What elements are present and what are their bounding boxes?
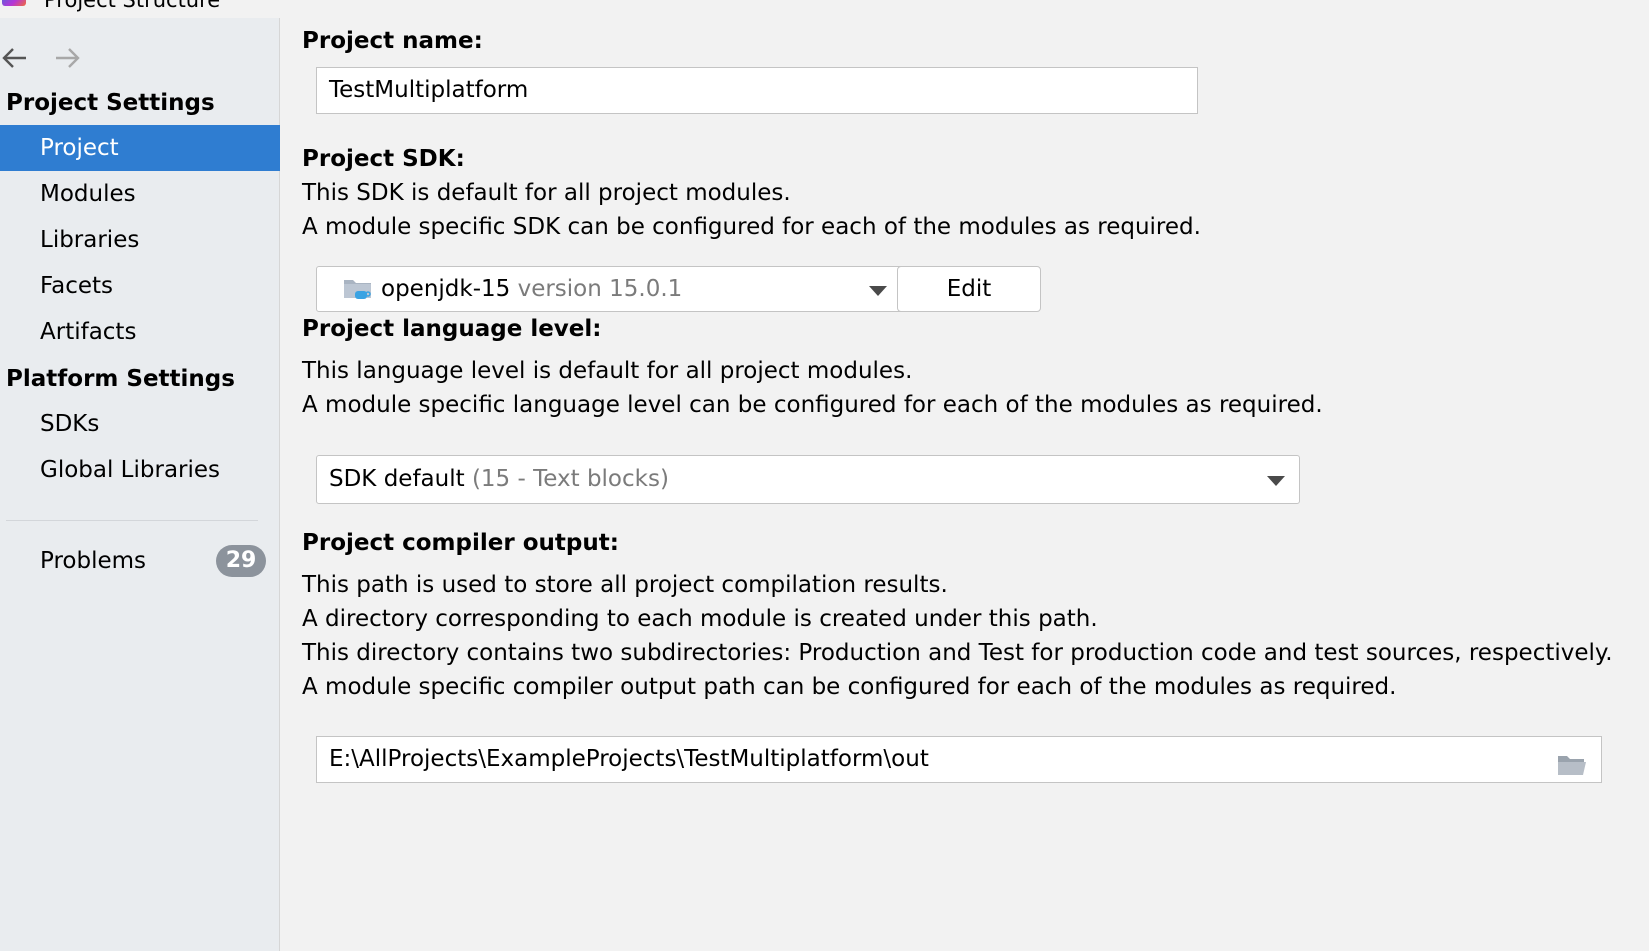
sidebar-item-libraries[interactable]: Libraries bbox=[0, 217, 280, 263]
compiler-output-description-1: This path is used to store all project c… bbox=[302, 572, 948, 598]
language-level-description-1: This language level is default for all p… bbox=[302, 358, 913, 384]
title-bar: Project Structure bbox=[0, 0, 1649, 18]
window-title: Project Structure bbox=[44, 0, 221, 12]
arrow-left-icon[interactable] bbox=[0, 44, 30, 72]
sidebar: Project Settings Project Modules Librari… bbox=[0, 18, 280, 951]
language-level-value: SDK default bbox=[329, 466, 465, 492]
sidebar-item-label: Artifacts bbox=[40, 319, 137, 345]
sidebar-item-facets[interactable]: Facets bbox=[0, 263, 280, 309]
sidebar-item-label: Modules bbox=[40, 181, 136, 207]
app-logo-icon bbox=[2, 0, 26, 6]
chevron-down-icon bbox=[1267, 476, 1285, 486]
sidebar-item-artifacts[interactable]: Artifacts bbox=[0, 309, 280, 355]
language-level-label: Project language level: bbox=[302, 316, 602, 342]
project-name-value: TestMultiplatform bbox=[329, 77, 529, 103]
jdk-folder-icon bbox=[343, 276, 373, 308]
language-level-detail: (15 - Text blocks) bbox=[471, 466, 669, 492]
project-sdk-dropdown[interactable]: openjdk-15 version 15.0.1 bbox=[316, 266, 903, 312]
sidebar-item-label: SDKs bbox=[40, 411, 100, 437]
compiler-output-description-2: A directory corresponding to each module… bbox=[302, 606, 1098, 632]
project-structure-window: Project Structure Project Settings Proje… bbox=[0, 0, 1649, 951]
project-name-input[interactable]: TestMultiplatform bbox=[316, 67, 1198, 114]
project-sdk-label: Project SDK: bbox=[302, 146, 465, 172]
sidebar-item-label: Libraries bbox=[40, 227, 140, 253]
language-level-dropdown[interactable]: SDK default (15 - Text blocks) bbox=[316, 455, 1300, 504]
sidebar-item-sdks[interactable]: SDKs bbox=[0, 401, 280, 447]
sidebar-item-label: Project bbox=[40, 135, 119, 161]
sidebar-item-project[interactable]: Project bbox=[0, 125, 280, 171]
language-level-description-2: A module specific language level can be … bbox=[302, 392, 1323, 418]
sidebar-divider bbox=[6, 520, 258, 521]
folder-icon[interactable] bbox=[1557, 748, 1587, 792]
sidebar-item-label: Problems bbox=[40, 548, 147, 574]
compiler-output-path-value: E:\AllProjects\ExampleProjects\TestMulti… bbox=[329, 746, 929, 772]
sidebar-item-problems[interactable]: Problems 29 bbox=[0, 538, 280, 584]
sdk-name: openjdk-15 bbox=[381, 276, 511, 302]
problems-count-badge: 29 bbox=[216, 545, 266, 577]
project-sdk-description-1: This SDK is default for all project modu… bbox=[302, 180, 791, 206]
compiler-output-description-3: This directory contains two subdirectori… bbox=[302, 640, 1613, 666]
arrow-right-icon[interactable] bbox=[52, 44, 82, 72]
sidebar-item-label: Global Libraries bbox=[40, 457, 221, 483]
compiler-output-description-4: A module specific compiler output path c… bbox=[302, 674, 1397, 700]
sdk-version: version 15.0.1 bbox=[517, 276, 683, 302]
compiler-output-path-input[interactable]: E:\AllProjects\ExampleProjects\TestMulti… bbox=[316, 736, 1602, 783]
project-settings-heading: Project Settings bbox=[6, 90, 215, 116]
edit-sdk-button[interactable]: Edit bbox=[897, 266, 1041, 312]
compiler-output-label: Project compiler output: bbox=[302, 530, 619, 556]
navigation-arrows bbox=[0, 44, 120, 72]
project-name-label: Project name: bbox=[302, 28, 483, 54]
platform-settings-heading: Platform Settings bbox=[6, 366, 235, 392]
sidebar-item-global-libraries[interactable]: Global Libraries bbox=[0, 447, 280, 493]
project-settings-panel: Project name: TestMultiplatform Project … bbox=[281, 18, 1649, 951]
sidebar-item-label: Facets bbox=[40, 273, 114, 299]
chevron-down-icon bbox=[869, 286, 887, 296]
sidebar-item-modules[interactable]: Modules bbox=[0, 171, 280, 217]
project-sdk-description-2: A module specific SDK can be configured … bbox=[302, 214, 1201, 240]
